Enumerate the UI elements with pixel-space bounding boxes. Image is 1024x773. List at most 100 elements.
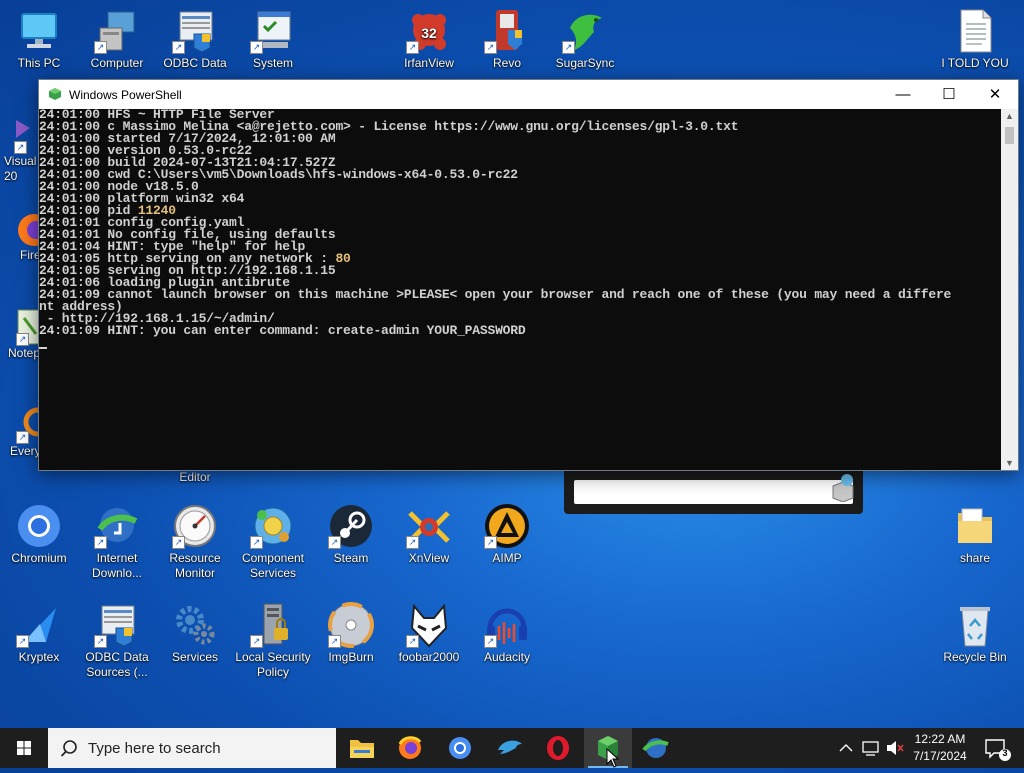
search-placeholder: Type here to search — [88, 740, 221, 757]
close-button[interactable]: ✕ — [972, 80, 1018, 109]
system-config-icon: ↗ — [250, 8, 296, 54]
desktop-icon-local-security-policy[interactable]: ↗ Local Security Policy — [234, 602, 312, 680]
text-file-icon — [952, 8, 998, 54]
desktop-icon-services[interactable]: Services — [156, 602, 234, 665]
powershell-window[interactable]: Windows PowerShell — ☐ ✕ 24:01:00 HFS ~ … — [38, 79, 1019, 471]
icon-label: XnView — [408, 551, 450, 565]
icon-label: ODBC Data Sources — [163, 56, 227, 70]
icon-label: Kryptex — [18, 650, 60, 664]
scroll-up-arrow-icon[interactable]: ▲ — [1001, 109, 1018, 123]
powershell-icon — [49, 88, 61, 100]
taskbar-firefox[interactable] — [386, 728, 434, 768]
desktop-icon-computer-management[interactable]: ↗ Computer Management — [78, 8, 156, 71]
text-cursor — [39, 347, 47, 349]
console-line-number: 80 — [335, 251, 351, 266]
icon-label: System Configuration — [252, 56, 293, 70]
audacity-icon: ↗ — [484, 602, 530, 648]
desktop-icon-visual-studio[interactable]: ↗ Visual 20 — [0, 118, 40, 184]
desktop-icon-system-configuration[interactable]: ↗ System Configuration — [234, 8, 312, 71]
vertical-scrollbar[interactable]: ▲ ▼ — [1001, 109, 1018, 470]
desktop-icon-odbc-data-sources[interactable]: ↗ ODBC Data Sources — [156, 8, 234, 71]
desktop-icon-steam[interactable]: ↗ Steam — [312, 503, 390, 566]
window-title: Windows PowerShell — [69, 88, 182, 102]
desktop-icon-recycle-bin[interactable]: Recycle Bin — [936, 602, 1014, 665]
taskbar-search-box[interactable]: Type here to search — [48, 728, 336, 768]
icon-label: SugarSync — [555, 56, 615, 70]
chromium-icon — [16, 503, 62, 549]
tray-chevron[interactable] — [836, 728, 856, 768]
volume-muted-icon — [887, 741, 904, 755]
desktop-icon-foobar2000[interactable]: ↗ foobar2000 — [390, 602, 468, 665]
chevron-up-icon — [839, 744, 853, 752]
desktop-icon-firefox[interactable]: Fire — [0, 212, 50, 263]
clock-time: 12:22 AM — [914, 732, 966, 746]
desktop-icon-audacity[interactable]: ↗ Audacity — [468, 602, 546, 665]
icon-label: Visual 20 — [4, 154, 37, 183]
kryptex-icon: ↗ — [16, 602, 62, 648]
tray-volume[interactable] — [884, 728, 906, 768]
icon-label: I TOLD YOU — [941, 56, 1009, 70]
console-line-text: 24:01:09 HINT: you can enter command: cr… — [39, 323, 526, 338]
component-services-icon: ↗ — [250, 503, 296, 549]
recycle-bin-icon — [952, 602, 998, 648]
desktop-icon-aimp[interactable]: ↗ AIMP — [468, 503, 546, 566]
desktop-icon-i-told-you[interactable]: I TOLD YOU — [936, 8, 1014, 71]
desktop-icon-sugarsync[interactable]: ↗ SugarSync — [546, 8, 624, 71]
scroll-down-arrow-icon[interactable]: ▼ — [1001, 456, 1018, 470]
desktop-icon-odbc-data-sources-2[interactable]: ↗ ODBC Data Sources (... — [78, 602, 156, 680]
desktop-icon-component-services[interactable]: ↗ Component Services — [234, 503, 312, 581]
icon-label: Chromium — [11, 551, 67, 565]
icon-label: Audacity — [483, 650, 531, 664]
desktop-icon-share[interactable]: share — [936, 503, 1014, 566]
taskbar-opera[interactable] — [534, 728, 582, 768]
start-button[interactable] — [0, 728, 48, 768]
icon-label: Revo Uninstaller — [492, 56, 521, 70]
tray-clock[interactable]: 12:22 AM 7/17/2024 — [910, 728, 970, 768]
notification-count: 3 — [1002, 748, 1008, 758]
taskbar-file-explorer[interactable] — [338, 728, 386, 768]
firefox-icon — [398, 736, 422, 759]
desktop-icon-everything[interactable]: ↗ Every — [0, 406, 53, 459]
editor-label: Editor — [179, 470, 211, 484]
scroll-thumb[interactable] — [1005, 127, 1014, 144]
icon-label: This PC — [17, 56, 61, 70]
minimize-button[interactable]: — — [880, 80, 926, 109]
notepad-icon: ↗ — [16, 308, 41, 346]
taskbar-dolphin[interactable] — [486, 728, 534, 768]
desktop-icon-irfanview[interactable]: 32 ↗ IrfanView — [390, 8, 468, 71]
taskbar: Type here to search 12:22 AM 7/17/2024 3 — [0, 728, 1024, 768]
dolphin-icon — [498, 740, 522, 754]
desktop-icon-xnview[interactable]: ↗ XnView — [390, 503, 468, 566]
tray-network[interactable] — [860, 728, 882, 768]
computer-management-icon: ↗ — [94, 8, 140, 54]
maximize-button[interactable]: ☐ — [926, 80, 972, 109]
taskbar-idm[interactable] — [632, 728, 680, 768]
icon-label: Services — [171, 650, 218, 664]
monitor-icon — [16, 8, 62, 54]
icon-label: IrfanView — [404, 56, 454, 70]
desktop-icon-notepad[interactable]: ↗ Notep — [0, 308, 41, 361]
icon-label: Notep — [8, 346, 41, 360]
revo-icon: ↗ — [484, 8, 530, 54]
icon-label: Every — [10, 444, 41, 458]
desktop-icon-kryptex[interactable]: ↗ Kryptex — [0, 602, 78, 665]
console-line-text: 24:01:09 cannot launch browser on this m… — [39, 287, 952, 302]
icon-label: ImgBurn — [328, 650, 374, 664]
foobar-icon: ↗ — [406, 602, 452, 648]
taskbar-chromium[interactable] — [436, 728, 484, 768]
icon-label: Steam — [333, 551, 369, 565]
icon-label: Recycle Bin — [943, 650, 1007, 664]
icon-label: ODBC Data Sources (... — [85, 650, 149, 679]
notification-center-button[interactable]: 3 — [978, 728, 1018, 768]
console-output[interactable]: 24:01:00 HFS ~ HTTP File Server 24:01:00 … — [39, 109, 1001, 470]
icon-label: Component Services — [241, 551, 305, 580]
odbc-icon: ↗ — [172, 8, 218, 54]
desktop-icon-imgburn[interactable]: ↗ ImgBurn — [312, 602, 390, 665]
desktop-icon-chromium[interactable]: Chromium — [0, 503, 78, 566]
desktop-icon-this-pc[interactable]: This PC — [0, 8, 78, 71]
window-titlebar[interactable]: Windows PowerShell — ☐ ✕ — [39, 80, 1018, 109]
desktop-icon-revo-uninstaller[interactable]: ↗ Revo Uninstaller — [468, 8, 546, 71]
desktop-icon-resource-monitor[interactable]: ↗ Resource Monitor — [156, 503, 234, 581]
popup-search-input[interactable] — [574, 480, 853, 504]
desktop-icon-internet-download-manager[interactable]: ↗ Internet Downlo... — [78, 503, 156, 581]
